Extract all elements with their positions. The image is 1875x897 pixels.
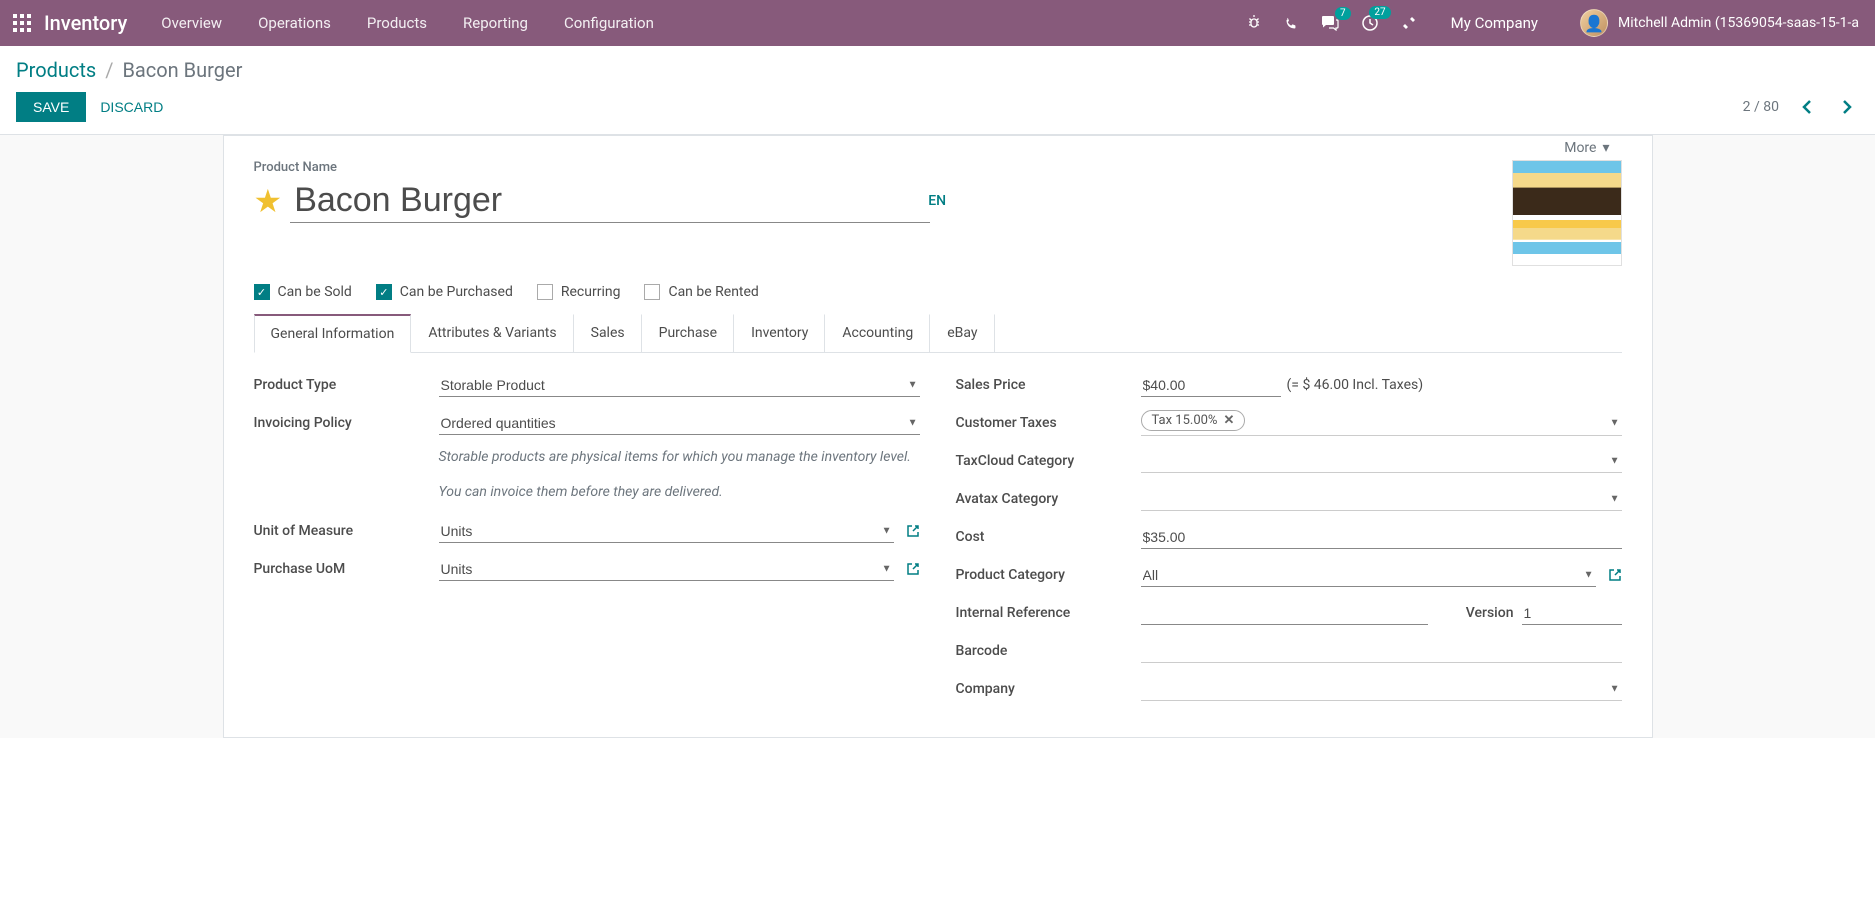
tab-accounting[interactable]: Accounting <box>825 314 930 353</box>
external-link-icon[interactable] <box>906 524 920 538</box>
version-label: Version <box>1466 605 1514 621</box>
breadcrumb-current: Bacon Burger <box>122 58 242 82</box>
product-category-label: Product Category <box>956 567 1141 583</box>
checkbox-unchecked-icon <box>644 284 660 300</box>
menu-reporting[interactable]: Reporting <box>445 2 546 44</box>
uom-label: Unit of Measure <box>254 523 439 539</box>
save-button[interactable]: SAVE <box>16 92 86 122</box>
company-selector[interactable]: My Company <box>1435 14 1554 32</box>
customer-taxes-label: Customer Taxes <box>956 415 1141 431</box>
discard-button[interactable]: DISCARD <box>100 99 163 115</box>
apps-icon[interactable] <box>8 14 36 32</box>
internal-reference-input[interactable] <box>1141 602 1428 625</box>
user-avatar: 👤 <box>1580 9 1608 37</box>
taxcloud-category-select[interactable] <box>1141 450 1622 473</box>
voip-icon[interactable] <box>1280 12 1303 35</box>
form-sheet: More ▾ Product Name ★ EN Can be Sol <box>223 135 1653 738</box>
version-input[interactable] <box>1522 602 1622 625</box>
debug-icon[interactable] <box>1242 11 1266 35</box>
product-name-label: Product Name <box>254 160 1512 175</box>
product-tabs: General Information Attributes & Variant… <box>254 314 1622 353</box>
uom-select[interactable] <box>439 520 894 543</box>
tools-icon[interactable] <box>1397 11 1421 35</box>
invoicing-policy-label: Invoicing Policy <box>254 415 439 431</box>
sales-price-label: Sales Price <box>956 377 1141 393</box>
tab-attributes-variants[interactable]: Attributes & Variants <box>411 314 573 353</box>
tax-tag[interactable]: Tax 15.00% ✕ <box>1141 410 1246 431</box>
external-link-icon[interactable] <box>906 562 920 576</box>
sales-price-input[interactable] <box>1141 374 1281 397</box>
more-dropdown[interactable]: More ▾ <box>1552 134 1621 162</box>
chevron-down-icon: ▼ <box>1610 417 1620 428</box>
can-be-purchased-checkbox[interactable]: Can be Purchased <box>376 284 513 300</box>
tab-ebay[interactable]: eBay <box>930 314 994 353</box>
product-image[interactable] <box>1512 160 1622 266</box>
left-group: Product Type ▼ Invoicing Policy ▼ <box>254 371 920 713</box>
purchase-uom-label: Purchase UoM <box>254 561 439 577</box>
menu-operations[interactable]: Operations <box>240 2 349 44</box>
control-panel: Products / Bacon Burger SAVE DISCARD 2 /… <box>0 46 1875 135</box>
can-be-sold-checkbox[interactable]: Can be Sold <box>254 284 352 300</box>
cost-input[interactable] <box>1141 526 1622 549</box>
product-type-label: Product Type <box>254 377 439 393</box>
avatax-category-select[interactable] <box>1141 488 1622 511</box>
pager: 2 / 80 <box>1743 95 1859 119</box>
checkbox-unchecked-icon <box>537 284 553 300</box>
right-group: Sales Price (= $ 46.00 Incl. Taxes) Cust… <box>956 371 1622 713</box>
menu-overview[interactable]: Overview <box>143 2 240 44</box>
breadcrumb-parent[interactable]: Products <box>16 58 96 82</box>
invoicing-policy-select[interactable] <box>439 412 920 435</box>
activities-badge: 27 <box>1369 6 1390 19</box>
external-link-icon[interactable] <box>1608 568 1622 582</box>
tab-sales[interactable]: Sales <box>574 314 642 353</box>
product-name-input[interactable] <box>290 179 930 223</box>
sales-price-incl: (= $ 46.00 Incl. Taxes) <box>1287 377 1424 393</box>
systray: 7 27 My Company 👤 Mitchell Admin (153690… <box>1242 9 1867 37</box>
main-menu: Overview Operations Products Reporting C… <box>143 2 672 44</box>
pager-prev-icon[interactable] <box>1795 95 1819 119</box>
top-navbar: Inventory Overview Operations Products R… <box>0 0 1875 46</box>
barcode-label: Barcode <box>956 643 1141 659</box>
user-menu[interactable]: 👤 Mitchell Admin (15369054-saas-15-1-a <box>1568 9 1859 37</box>
messaging-badge: 7 <box>1335 7 1351 20</box>
tab-inventory[interactable]: Inventory <box>734 314 825 353</box>
tab-purchase[interactable]: Purchase <box>642 314 734 353</box>
menu-configuration[interactable]: Configuration <box>546 2 672 44</box>
breadcrumb: Products / Bacon Burger <box>16 58 1859 82</box>
user-name: Mitchell Admin (15369054-saas-15-1-a <box>1618 15 1859 31</box>
checkbox-checked-icon <box>254 284 270 300</box>
company-label: Company <box>956 681 1141 697</box>
app-brand[interactable]: Inventory <box>36 11 143 35</box>
purchase-uom-select[interactable] <box>439 558 894 581</box>
avatax-category-label: Avatax Category <box>956 491 1141 507</box>
favorite-star-icon[interactable]: ★ <box>254 182 283 220</box>
product-type-select[interactable] <box>439 374 920 397</box>
internal-reference-label: Internal Reference <box>956 605 1141 621</box>
product-category-select[interactable] <box>1141 564 1596 587</box>
tab-general-information[interactable]: General Information <box>254 314 412 353</box>
company-select[interactable] <box>1141 678 1622 701</box>
messaging-icon[interactable]: 7 <box>1317 11 1343 35</box>
checkbox-checked-icon <box>376 284 392 300</box>
help-text-1: Storable products are physical items for… <box>439 447 920 468</box>
help-text-2: You can invoice them before they are del… <box>439 482 920 503</box>
pager-next-icon[interactable] <box>1835 95 1859 119</box>
chevron-down-icon: ▾ <box>1602 140 1609 156</box>
can-be-rented-checkbox[interactable]: Can be Rented <box>644 284 758 300</box>
cost-label: Cost <box>956 529 1141 545</box>
language-button[interactable]: EN <box>920 185 954 217</box>
activities-icon[interactable]: 27 <box>1357 10 1383 36</box>
pager-text[interactable]: 2 / 80 <box>1743 99 1779 115</box>
recurring-checkbox[interactable]: Recurring <box>537 284 621 300</box>
menu-products[interactable]: Products <box>349 2 445 44</box>
taxcloud-category-label: TaxCloud Category <box>956 453 1141 469</box>
barcode-input[interactable] <box>1141 640 1622 663</box>
remove-tag-icon[interactable]: ✕ <box>1223 413 1234 428</box>
